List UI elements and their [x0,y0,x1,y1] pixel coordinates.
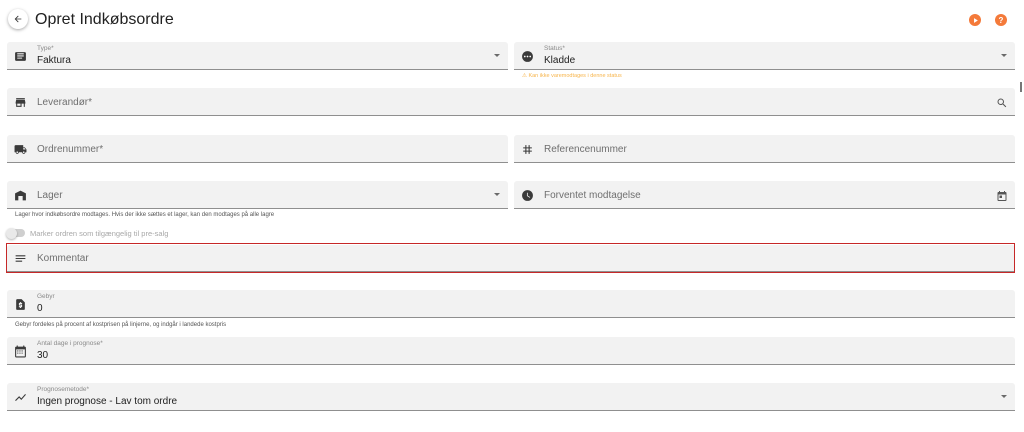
status-value: Kladde [544,55,576,66]
forecast-days-label: Antal dage i prognose* [37,340,103,347]
type-label: Type* [37,45,54,52]
warehouse-placeholder: Lager [37,190,63,201]
scrollbar-thumb[interactable] [1020,82,1022,92]
warehouse-icon [13,188,27,202]
order-number-placeholder: Ordrenummer* [37,144,104,155]
hash-icon [520,142,534,156]
fee-label: Gebyr [37,293,55,300]
order-number-field[interactable]: Ordrenummer* [7,135,508,163]
comment-highlight-box [6,243,1015,273]
store-icon [13,95,27,109]
forecast-days-field[interactable]: Antal dage i prognose* 30 [7,337,1015,365]
type-select[interactable]: Type* Faktura [7,42,508,70]
presale-toggle[interactable] [6,227,25,239]
status-select[interactable]: Status* Kladde [514,42,1015,70]
receipt-icon [13,49,27,63]
forecast-method-value: Ingen prognose - Lav tom ordre [37,396,178,407]
expected-receipt-placeholder: Forventet modtagelse [544,190,641,201]
trend-icon [13,390,27,404]
page-title: Opret Indkøbsordre [35,11,174,28]
supplier-field[interactable]: Leverandør* [7,88,1015,116]
presale-toggle-label: Marker ordren som tilgængelig til pre-sa… [30,229,169,238]
play-button[interactable] [969,14,981,26]
forecast-days-value: 30 [37,350,49,361]
dollar-doc-icon [13,297,27,311]
status-warning-text: ⚠ Kan ikke varemodtages i denne status [522,73,622,79]
fee-helper-text: Gebyr fordeles på procent af kostprisen … [15,322,227,328]
chevron-down-icon [1001,54,1007,57]
play-icon [973,17,978,23]
calendar-icon[interactable] [996,189,1008,201]
toggle-knob [6,227,17,239]
warehouse-select[interactable]: Lager [7,181,508,209]
clock-icon [520,188,534,202]
help-icon: ? [998,15,1004,25]
arrow-back-icon [14,15,22,23]
search-icon[interactable] [996,96,1008,108]
forecast-method-select[interactable]: Prognosemetode* Ingen prognose - Lav tom… [7,383,1015,411]
more-horiz-icon [520,49,534,63]
warehouse-helper-text: Lager hvor indkøbsordre modtages. Hvis d… [15,212,275,218]
forecast-method-label: Prognosemetode* [37,386,90,393]
truck-icon [13,142,27,156]
page-header: Opret Indkøbsordre ? [0,0,1024,40]
status-label: Status* [544,45,565,52]
calendar-month-icon [13,344,27,358]
expected-receipt-field[interactable]: Forventet modtagelse [514,181,1015,209]
fee-field[interactable]: Gebyr 0 [7,290,1015,318]
fee-value: 0 [37,303,43,314]
supplier-placeholder: Leverandør* [37,97,93,108]
reference-number-placeholder: Referencenummer [544,144,627,155]
chevron-down-icon [494,193,500,196]
type-value: Faktura [37,55,71,66]
help-button[interactable]: ? [995,14,1007,26]
reference-number-field[interactable]: Referencenummer [514,135,1015,163]
chevron-down-icon [1001,395,1007,398]
chevron-down-icon [494,54,500,57]
back-button[interactable] [8,9,28,29]
